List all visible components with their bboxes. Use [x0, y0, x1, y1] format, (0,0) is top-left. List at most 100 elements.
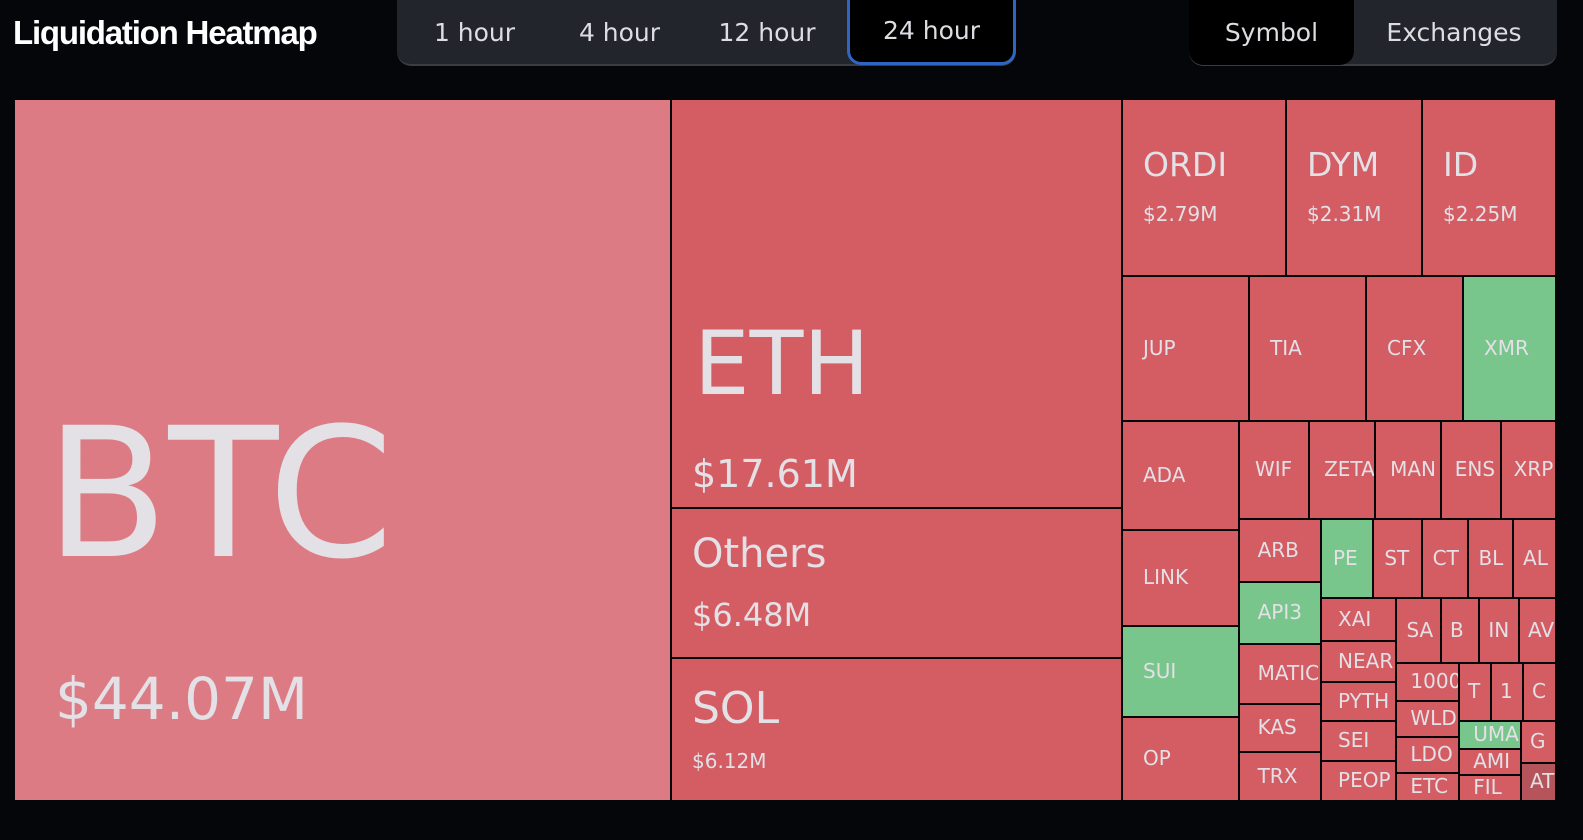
tile-op[interactable]: OP [1123, 718, 1238, 800]
tile-symbol: ST [1384, 546, 1410, 570]
tile-symbol: WLD [1410, 706, 1457, 730]
tile-1000[interactable]: 1000 [1397, 664, 1458, 700]
group-by-exchanges[interactable]: Exchanges [1354, 0, 1554, 65]
tile-wld[interactable]: WLD [1397, 702, 1458, 736]
tile-symbol: DYM [1307, 145, 1380, 184]
tile-c[interactable]: C [1524, 664, 1555, 720]
tile-trx[interactable]: TRX [1240, 753, 1320, 800]
tile-at[interactable]: AT [1522, 764, 1555, 800]
tile-cfx[interactable]: CFX [1367, 277, 1462, 420]
tile-btc[interactable]: BTC $44.07M [15, 100, 670, 800]
tile-symbol: ETC [1410, 774, 1449, 798]
tile-symbol: AV [1528, 618, 1555, 642]
tile-symbol: JUP [1143, 336, 1176, 360]
tile-sol[interactable]: SOL $6.12M [672, 659, 1121, 800]
tile-symbol: CFX [1387, 336, 1427, 360]
tile-symbol: 1000 [1410, 669, 1458, 693]
tile-value: $44.07M [55, 665, 308, 733]
tile-ct[interactable]: CT [1423, 520, 1467, 597]
tile-al[interactable]: AL [1514, 520, 1555, 597]
tile-zeta[interactable]: ZETA [1310, 422, 1374, 518]
tile-fil[interactable]: FIL [1460, 776, 1520, 800]
tile-peop[interactable]: PEOP [1322, 762, 1395, 800]
tile-in[interactable]: IN [1480, 599, 1518, 662]
tile-xai[interactable]: XAI [1322, 599, 1395, 640]
tile-symbol: ORDI [1143, 145, 1228, 184]
tile-symbol: SA [1406, 618, 1434, 642]
page-title: Liquidation Heatmap [13, 14, 318, 51]
tile-ada[interactable]: ADA [1123, 422, 1238, 529]
tile-etc[interactable]: ETC [1397, 774, 1458, 800]
tile-symbol: ZETA [1324, 457, 1374, 481]
tile-uma[interactable]: UMA [1460, 722, 1520, 748]
tile-ami[interactable]: AMI [1460, 750, 1520, 774]
tile-symbol: G [1530, 729, 1546, 753]
tile-sui[interactable]: SUI [1123, 627, 1238, 716]
tile-tia[interactable]: TIA [1250, 277, 1365, 420]
tile-b[interactable]: B [1442, 599, 1478, 662]
timeframe-1-hour[interactable]: 1 hour [397, 0, 552, 65]
tile-symbol: NEAR [1338, 649, 1394, 673]
tile-ordi[interactable]: ORDI $2.79M [1123, 100, 1285, 275]
grouping-selector: Symbol Exchanges [1189, 0, 1557, 66]
tile-value: $6.48M [692, 596, 812, 634]
tile-value: $2.31M [1307, 202, 1382, 226]
tile-symbol: 1 [1500, 679, 1513, 703]
tile-near[interactable]: NEAR [1322, 642, 1395, 681]
tile-sei[interactable]: SEI [1322, 722, 1395, 760]
tile-value: $6.12M [692, 749, 767, 773]
timeframe-selector: 1 hour 4 hour 12 hour 24 hour [397, 0, 1016, 66]
tile-symbol: LINK [1143, 565, 1189, 589]
tile-1[interactable]: 1 [1492, 664, 1522, 720]
tile-ens[interactable]: ENS [1442, 422, 1500, 518]
tile-jup[interactable]: JUP [1123, 277, 1248, 420]
tile-symbol: WIF [1254, 457, 1293, 481]
tile-g[interactable]: G [1522, 722, 1555, 762]
tile-symbol: LDO [1410, 742, 1453, 766]
timeframe-24-hour[interactable]: 24 hour [847, 0, 1016, 65]
group-by-symbol[interactable]: Symbol [1189, 0, 1354, 65]
tile-dym[interactable]: DYM $2.31M [1287, 100, 1421, 275]
tile-ldo[interactable]: LDO [1397, 738, 1458, 772]
tile-pe[interactable]: PE [1322, 520, 1372, 597]
tile-man[interactable]: MAN [1376, 422, 1440, 518]
tile-value: $2.25M [1443, 202, 1518, 226]
tile-api3[interactable]: API3 [1240, 583, 1320, 643]
tile-xmr[interactable]: XMR [1464, 277, 1555, 420]
tile-xrp[interactable]: XRP [1502, 422, 1555, 518]
tile-t[interactable]: T [1460, 664, 1490, 720]
tile-symbol: OP [1143, 746, 1171, 770]
tile-pyth[interactable]: PYTH [1322, 683, 1395, 720]
tile-symbol: SOL [692, 683, 780, 734]
tile-eth[interactable]: ETH $17.61M [672, 100, 1121, 507]
tile-av[interactable]: AV [1520, 599, 1555, 662]
tile-bl[interactable]: BL [1469, 520, 1512, 597]
tile-sa[interactable]: SA [1397, 599, 1440, 662]
tile-symbol: PEOP [1338, 768, 1391, 792]
tile-symbol: TRX [1257, 764, 1298, 788]
tile-symbol: PYTH [1338, 689, 1390, 713]
tile-symbol: T [1468, 679, 1481, 703]
tile-symbol: AT [1530, 769, 1555, 793]
tile-id[interactable]: ID $2.25M [1423, 100, 1555, 275]
tile-symbol: TIA [1270, 336, 1302, 360]
tile-symbol: ARB [1257, 538, 1299, 562]
tile-link[interactable]: LINK [1123, 531, 1238, 625]
tile-symbol: BL [1478, 546, 1504, 570]
tile-st[interactable]: ST [1374, 520, 1421, 597]
tile-kas[interactable]: KAS [1240, 705, 1320, 751]
timeframe-4-hour[interactable]: 4 hour [552, 0, 687, 65]
tile-symbol: FIL [1473, 776, 1502, 799]
timeframe-12-hour[interactable]: 12 hour [687, 0, 847, 65]
tile-arb[interactable]: ARB [1240, 520, 1320, 581]
tile-value: $17.61M [692, 452, 858, 496]
tile-symbol: SEI [1338, 728, 1370, 752]
tile-symbol: API3 [1257, 600, 1302, 624]
tile-others[interactable]: Others $6.48M [672, 509, 1121, 657]
tile-symbol: MAN [1390, 457, 1436, 481]
tile-symbol: UMA [1473, 722, 1519, 746]
tile-matic[interactable]: MATIC [1240, 645, 1320, 703]
tile-wif[interactable]: WIF [1240, 422, 1308, 518]
tile-symbol: ENS [1454, 457, 1496, 481]
tile-symbol: KAS [1257, 715, 1297, 739]
